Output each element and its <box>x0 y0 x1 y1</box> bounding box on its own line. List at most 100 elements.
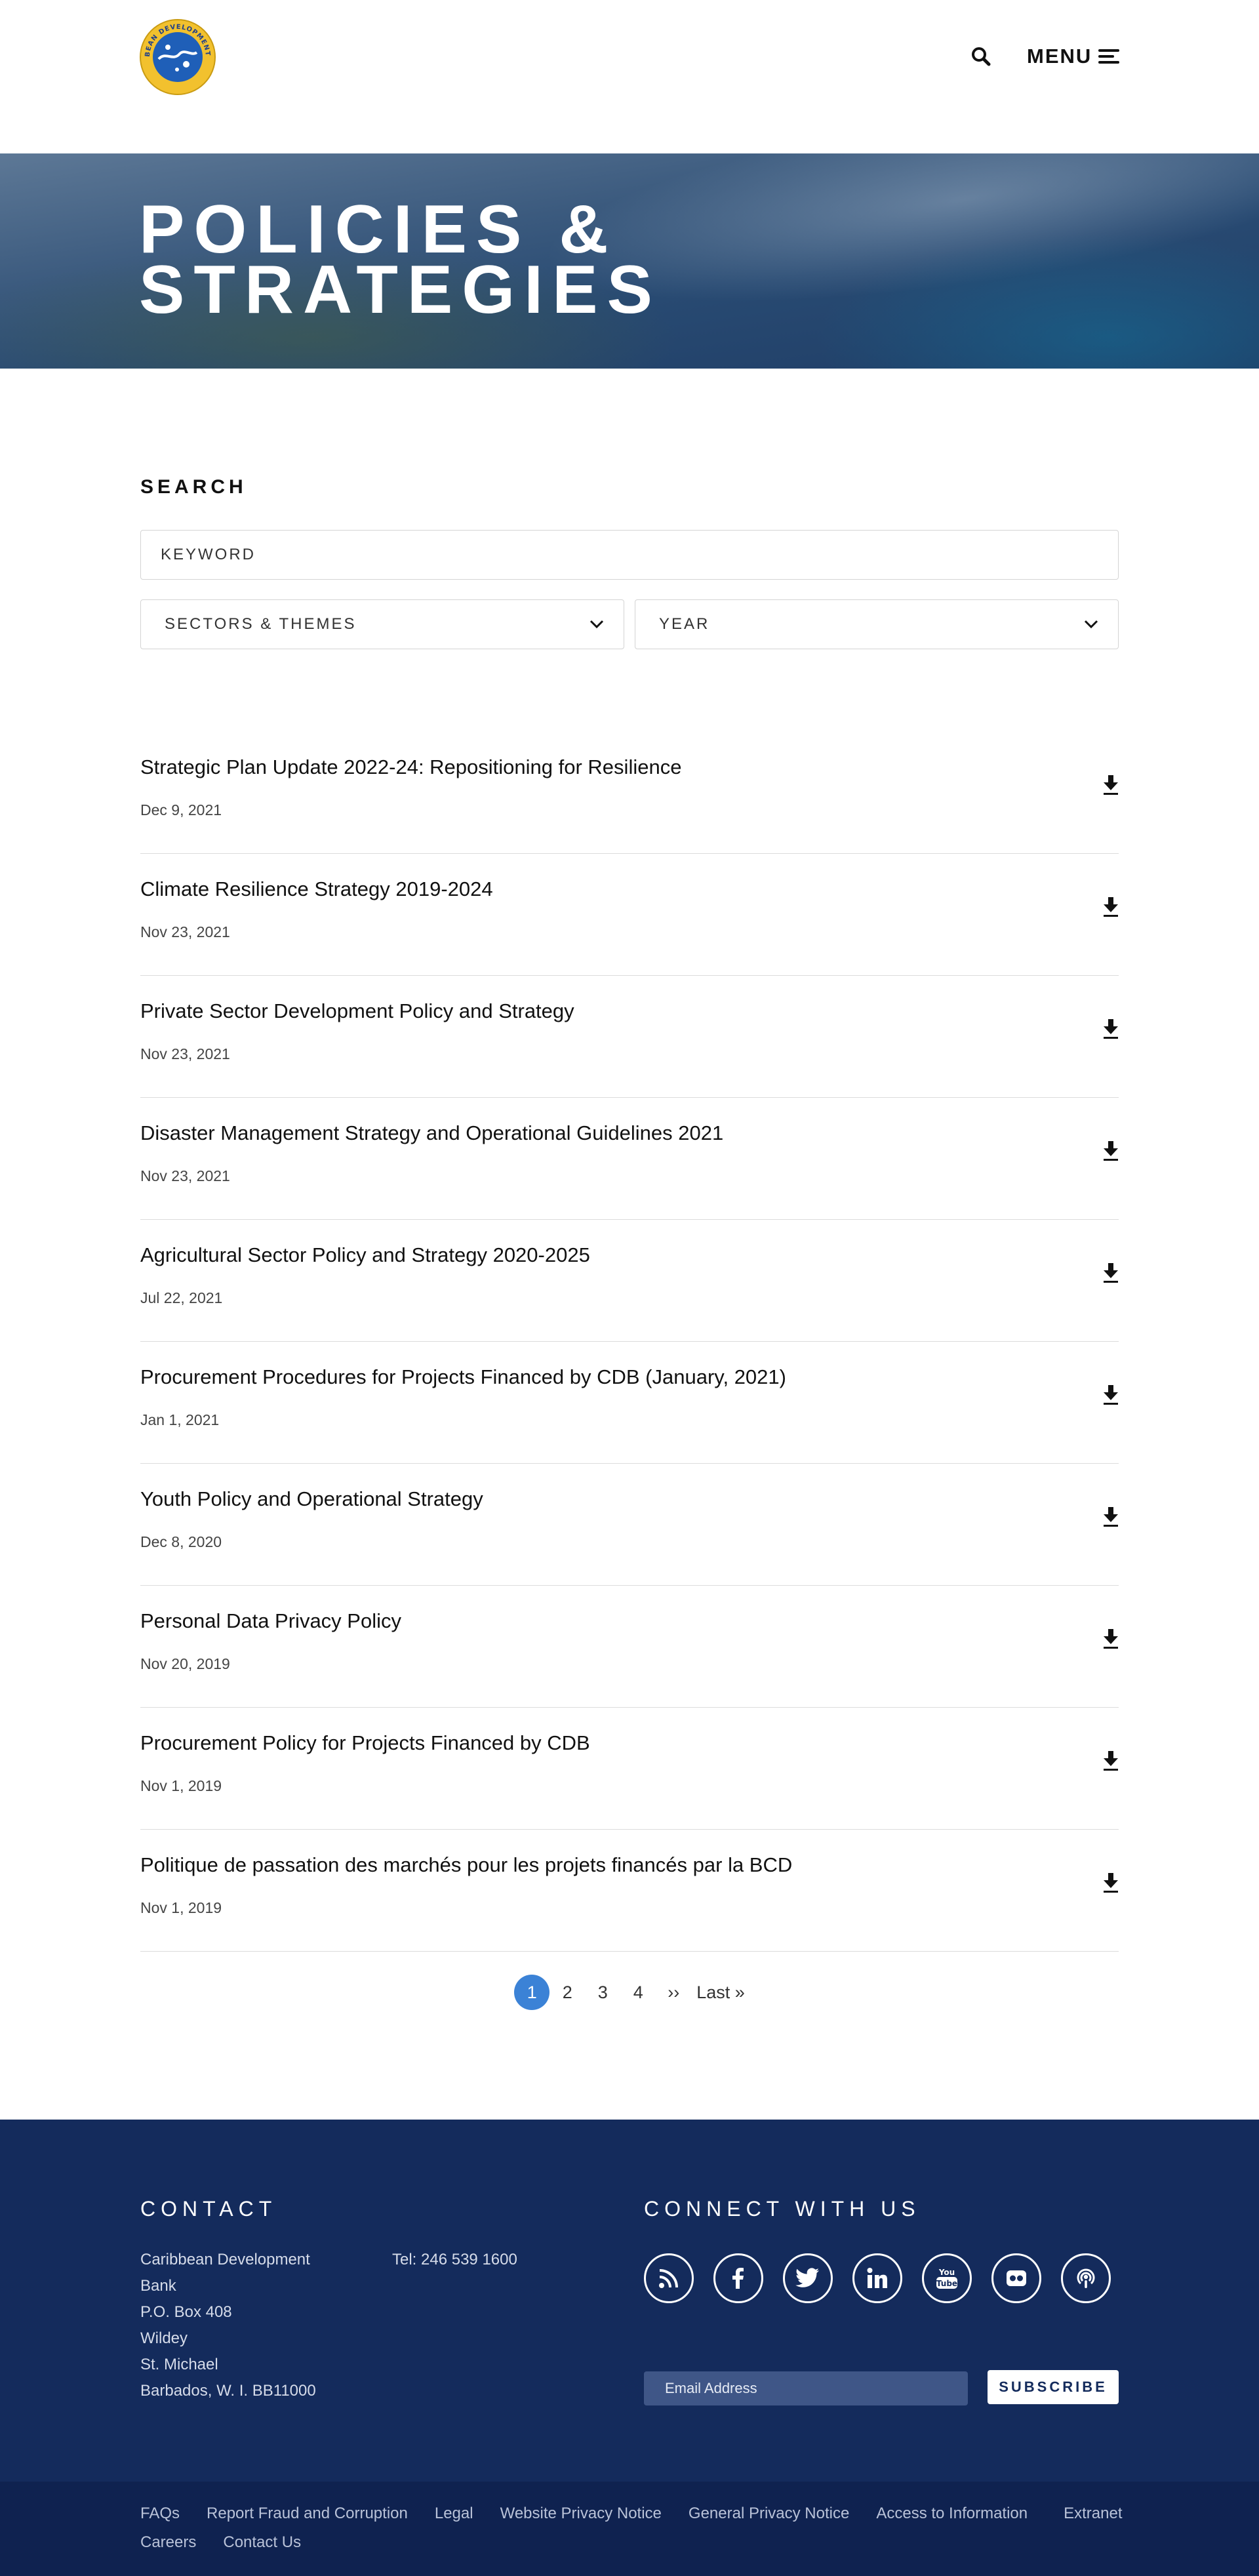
twitter-link[interactable] <box>783 2253 833 2303</box>
document-title-link[interactable]: Disaster Management Strategy and Operati… <box>140 1121 723 1145</box>
pagination: 1 2 3 4 ›› Last » <box>0 1974 1259 2011</box>
download-icon[interactable] <box>1103 1750 1119 1772</box>
header-search-button[interactable] <box>969 45 993 68</box>
chevron-down-icon <box>590 620 604 629</box>
address-line: P.O. Box 408 <box>140 2303 232 2321</box>
download-icon[interactable] <box>1103 1628 1119 1650</box>
chevron-down-icon <box>1084 620 1098 629</box>
download-icon[interactable] <box>1103 1262 1119 1284</box>
download-icon[interactable] <box>1103 896 1119 918</box>
document-title-link[interactable]: Climate Resilience Strategy 2019-2024 <box>140 877 493 901</box>
download-icon[interactable] <box>1103 774 1119 796</box>
podcast-icon <box>1077 2268 1095 2288</box>
document-title-link[interactable]: Politique de passation des marchés pour … <box>140 1853 792 1877</box>
document-title-link[interactable]: Procurement Procedures for Projects Fina… <box>140 1365 786 1389</box>
careers-link[interactable]: Careers <box>140 2533 196 2552</box>
document-title-link[interactable]: Private Sector Development Policy and St… <box>140 999 574 1023</box>
rss-link[interactable] <box>644 2253 694 2303</box>
address-line: Bank <box>140 2277 176 2295</box>
legal-link[interactable]: Legal <box>435 2504 473 2524</box>
document-title-link[interactable]: Agricultural Sector Policy and Strategy … <box>140 1243 590 1267</box>
document-date: Nov 20, 2019 <box>140 1655 230 1672</box>
search-heading: SEARCH <box>140 476 247 498</box>
sectors-themes-label: SECTORS & THEMES <box>165 615 357 633</box>
youtube-icon: You Tube <box>936 2268 957 2289</box>
address-line: St. Michael <box>140 2356 218 2373</box>
extranet-link[interactable]: Extranet <box>1064 2504 1122 2524</box>
address-line: Barbados, W. I. BB11000 <box>140 2382 316 2400</box>
page-2-link[interactable]: 2 <box>550 1975 585 2010</box>
page-4-link[interactable]: 4 <box>620 1975 656 2010</box>
menu-button[interactable]: MENU <box>1027 42 1120 71</box>
document-list: Strategic Plan Update 2022-24: Repositio… <box>140 732 1119 1952</box>
document-date: Nov 23, 2021 <box>140 1045 230 1062</box>
document-row: Personal Data Privacy Policy Nov 20, 2019 <box>140 1586 1119 1708</box>
contact-telephone[interactable]: Tel: 246 539 1600 <box>392 2247 517 2273</box>
document-title-link[interactable]: Strategic Plan Update 2022-24: Repositio… <box>140 755 681 779</box>
general-privacy-notice-link[interactable]: General Privacy Notice <box>689 2504 849 2524</box>
year-select[interactable]: YEAR <box>635 599 1119 649</box>
facebook-link[interactable] <box>713 2253 763 2303</box>
podcast-link[interactable] <box>1061 2253 1111 2303</box>
document-row: Disaster Management Strategy and Operati… <box>140 1098 1119 1220</box>
connect-heading: CONNECT WITH US <box>644 2197 921 2221</box>
search-icon <box>972 47 991 66</box>
document-row: Climate Resilience Strategy 2019-2024 Nov… <box>140 854 1119 976</box>
flickr-link[interactable] <box>991 2253 1041 2303</box>
document-title-link[interactable]: Procurement Policy for Projects Financed… <box>140 1731 590 1755</box>
hamburger-icon <box>1098 48 1120 65</box>
linkedin-icon <box>867 2268 887 2288</box>
subscribe-button[interactable]: SUBSCRIBE <box>988 2370 1119 2404</box>
social-links: You Tube <box>644 2253 1111 2303</box>
document-row: Strategic Plan Update 2022-24: Repositio… <box>140 732 1119 854</box>
access-to-information-link[interactable]: Access to Information <box>876 2504 1028 2524</box>
contact-address: Caribbean Development Bank P.O. Box 408 … <box>140 2247 344 2404</box>
year-label: YEAR <box>659 615 710 633</box>
page-title: POLICIES & STRATEGIES <box>139 195 860 324</box>
page-1-link[interactable]: 1 <box>514 1975 550 2010</box>
youtube-link[interactable]: You Tube <box>922 2253 972 2303</box>
svg-text:Tube: Tube <box>936 2279 957 2288</box>
address-line: Caribbean Development <box>140 2251 310 2268</box>
document-date: Nov 1, 2019 <box>140 1777 222 1794</box>
cdb-logo[interactable]: CARIBBEAN DEVELOPMENT BANK <box>139 18 216 96</box>
site-header: CARIBBEAN DEVELOPMENT BANK MENU <box>0 0 1259 153</box>
document-row: Procurement Procedures for Projects Fina… <box>140 1342 1119 1464</box>
keyword-input[interactable] <box>140 530 1119 580</box>
document-date: Jan 1, 2021 <box>140 1411 220 1428</box>
document-date: Nov 1, 2019 <box>140 1899 222 1916</box>
last-page-link[interactable]: Last » <box>696 1975 745 2010</box>
document-title-link[interactable]: Youth Policy and Operational Strategy <box>140 1487 483 1511</box>
flickr-icon <box>1007 2270 1026 2286</box>
footer-links: FAQs Report Fraud and Corruption Legal W… <box>140 2504 1124 2552</box>
document-row: Agricultural Sector Policy and Strategy … <box>140 1220 1119 1342</box>
download-icon[interactable] <box>1103 1018 1119 1040</box>
document-row: Politique de passation des marchés pour … <box>140 1830 1119 1952</box>
document-title-link[interactable]: Personal Data Privacy Policy <box>140 1609 401 1633</box>
document-date: Nov 23, 2021 <box>140 923 230 940</box>
download-icon[interactable] <box>1103 1506 1119 1528</box>
document-date: Nov 23, 2021 <box>140 1167 230 1184</box>
page-title-line2: STRATEGIES <box>139 252 662 328</box>
website-privacy-notice-link[interactable]: Website Privacy Notice <box>500 2504 662 2524</box>
twitter-icon <box>795 2268 819 2287</box>
facebook-icon <box>732 2268 744 2289</box>
menu-label: MENU <box>1027 45 1092 68</box>
download-icon[interactable] <box>1103 1872 1119 1894</box>
sectors-themes-select[interactable]: SECTORS & THEMES <box>140 599 624 649</box>
contact-us-link[interactable]: Contact Us <box>223 2533 301 2552</box>
document-date: Dec 9, 2021 <box>140 801 222 818</box>
download-icon[interactable] <box>1103 1140 1119 1162</box>
document-date: Dec 8, 2020 <box>140 1533 222 1550</box>
download-icon[interactable] <box>1103 1384 1119 1406</box>
document-row: Youth Policy and Operational Strategy Dec… <box>140 1464 1119 1586</box>
email-address-input[interactable] <box>644 2371 968 2405</box>
document-date: Jul 22, 2021 <box>140 1289 223 1306</box>
next-page-link[interactable]: ›› <box>656 1975 691 2010</box>
page-3-link[interactable]: 3 <box>585 1975 620 2010</box>
report-fraud-link[interactable]: Report Fraud and Corruption <box>207 2504 408 2524</box>
linkedin-link[interactable] <box>852 2253 902 2303</box>
faqs-link[interactable]: FAQs <box>140 2504 180 2524</box>
contact-heading: CONTACT <box>140 2197 277 2221</box>
site-footer: CONTACT Caribbean Development Bank P.O. … <box>0 2120 1259 2482</box>
